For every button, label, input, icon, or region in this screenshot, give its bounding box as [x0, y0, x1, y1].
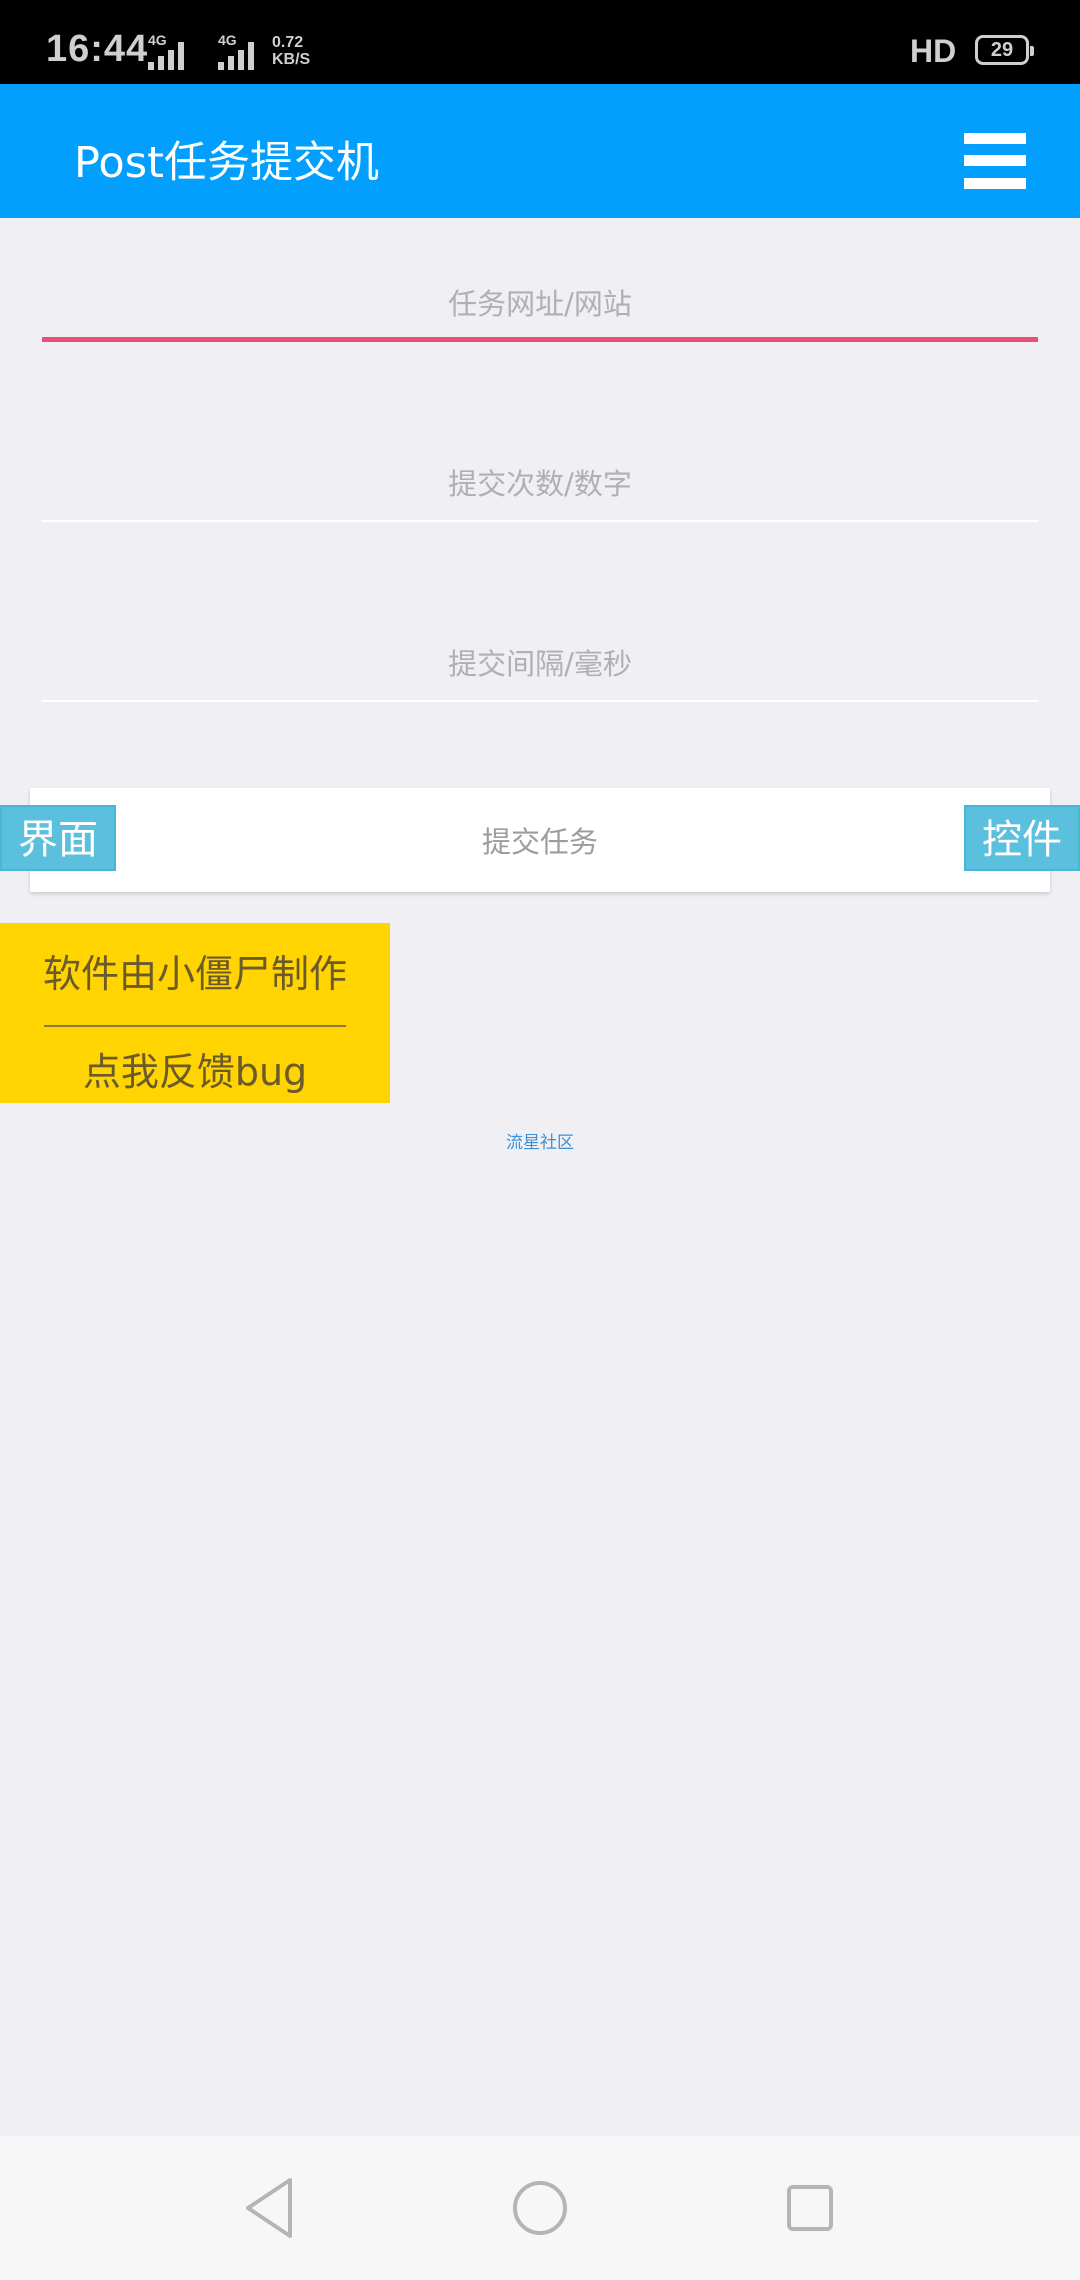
feedback-bug-link[interactable]: 点我反馈bug — [0, 1041, 390, 1096]
author-credit: 软件由小僵尸制作 — [42, 952, 347, 996]
hd-voice-icon: HD — [910, 33, 957, 69]
hamburger-menu-icon[interactable] — [964, 133, 1026, 189]
community-link[interactable]: 流星社区 — [0, 1128, 1080, 1153]
submit-count-input[interactable] — [42, 452, 1038, 516]
submit-interval-underline — [42, 700, 1038, 702]
network-speed: 0.72 KB/S — [272, 34, 311, 68]
submit-count-underline — [42, 520, 1038, 522]
submit-task-button[interactable]: 提交任务 — [30, 788, 1050, 892]
credit-divider — [44, 1025, 346, 1027]
credit-card: 软件由小僵尸制作 点我反馈bug — [0, 923, 390, 1103]
task-url-field[interactable] — [42, 272, 1038, 342]
status-bar: 16:44 4G 4G 0.72 KB/S HD 29 — [0, 0, 1080, 84]
app-title: Post任务提交机 — [74, 138, 379, 188]
system-nav-bar — [0, 2136, 1080, 2280]
home-circle-icon[interactable] — [504, 2172, 576, 2244]
interface-tab[interactable]: 界面 — [0, 805, 116, 871]
submit-interval-field[interactable] — [42, 632, 1038, 702]
battery-icon: 29 — [975, 35, 1034, 65]
submit-interval-input[interactable] — [42, 632, 1038, 696]
app-bar: Post任务提交机 — [0, 84, 1080, 218]
task-url-input[interactable] — [42, 272, 1038, 336]
task-url-underline — [42, 337, 1038, 342]
submit-count-field[interactable] — [42, 452, 1038, 522]
controls-tab[interactable]: 控件 — [964, 805, 1080, 871]
back-triangle-icon[interactable] — [234, 2172, 306, 2244]
status-time: 16:44 — [46, 28, 149, 70]
submit-card: 提交任务 — [30, 788, 1050, 892]
recents-square-icon[interactable] — [774, 2172, 846, 2244]
